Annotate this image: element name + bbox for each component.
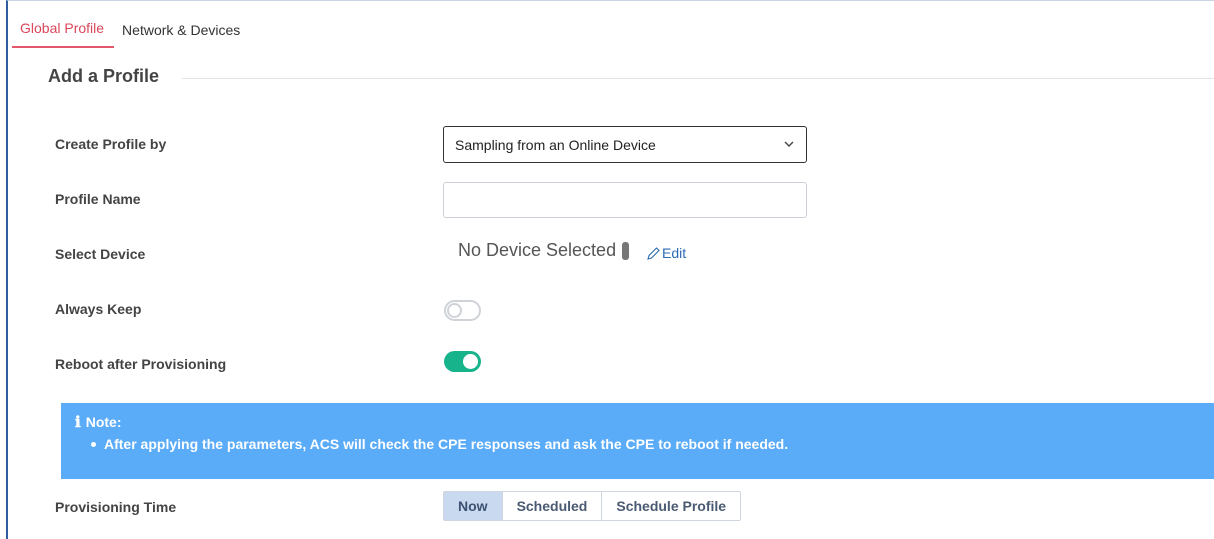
always-keep-toggle[interactable]: [444, 300, 481, 321]
provisioning-time-options: Now Scheduled Schedule Profile: [443, 491, 742, 521]
note-title-text: Note:: [85, 414, 122, 430]
option-schedule-profile-button[interactable]: Schedule Profile: [601, 491, 742, 521]
device-status-indicator: [622, 241, 630, 260]
profile-name-label: Profile Name: [55, 191, 141, 207]
note-item: After applying the parameters, ACS will …: [91, 436, 788, 452]
note-banner: ℹ︎ Note: After applying the parameters, …: [61, 403, 1214, 479]
info-icon: ℹ︎: [75, 413, 81, 431]
pencil-icon: [647, 246, 660, 260]
profile-name-input[interactable]: [443, 182, 807, 218]
chevron-down-icon: [784, 137, 794, 151]
create-profile-by-select[interactable]: Sampling from an Online Device: [443, 126, 807, 163]
provisioning-time-label: Provisioning Time: [55, 499, 177, 515]
note-title: ℹ︎ Note:: [75, 413, 121, 431]
option-now-button[interactable]: Now: [443, 491, 503, 521]
reboot-label: Reboot after Provisioning: [55, 356, 227, 372]
edit-label: Edit: [662, 245, 687, 261]
tab-global-profile[interactable]: Global Profile: [12, 8, 115, 48]
create-profile-by-label: Create Profile by: [55, 136, 167, 152]
section-divider: [182, 78, 1214, 79]
edit-device-link[interactable]: Edit: [646, 245, 686, 261]
tab-bar: Global Profile Network & Devices: [12, 0, 250, 48]
selected-device-value: No Device Selected: [458, 240, 617, 260]
bullet-icon: [91, 441, 96, 447]
toggle-knob: [463, 354, 478, 369]
note-item-text: After applying the parameters, ACS will …: [104, 436, 789, 452]
option-scheduled-button[interactable]: Scheduled: [501, 491, 603, 521]
reboot-toggle[interactable]: [444, 351, 481, 372]
selected-device: No Device Selected: [458, 240, 630, 261]
create-profile-by-value: Sampling from an Online Device: [455, 136, 656, 153]
section-title: Add a Profile: [48, 66, 160, 86]
tab-network-devices[interactable]: Network & Devices: [114, 8, 250, 48]
toggle-knob: [447, 303, 462, 318]
always-keep-label: Always Keep: [55, 301, 142, 317]
select-device-label: Select Device: [55, 246, 146, 262]
